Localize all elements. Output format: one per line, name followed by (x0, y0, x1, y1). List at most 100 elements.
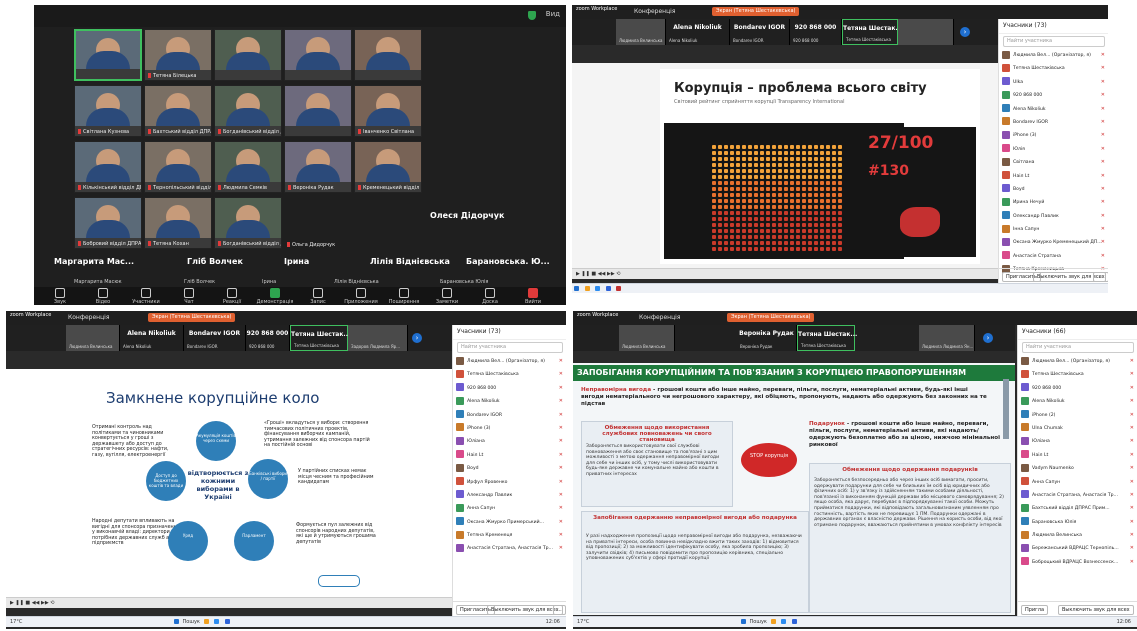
muted-mic-icon[interactable]: ✕ (1130, 368, 1134, 381)
participant-row[interactable]: iPhone (3) ✕ (453, 422, 566, 435)
muted-mic-icon[interactable]: ✕ (1130, 529, 1134, 542)
muted-mic-icon[interactable]: ✕ (559, 462, 563, 475)
playback-bar[interactable]: ▶ ❚❚ ■ ◀◀ ▶▶ ⟲ (6, 597, 452, 608)
strip-next-icon[interactable]: › (960, 27, 970, 37)
muted-mic-icon[interactable]: ✕ (1101, 196, 1105, 209)
strip-tile[interactable]: Людмила Людмила Ян... (919, 325, 975, 351)
muted-mic-icon[interactable]: ✕ (1101, 129, 1105, 142)
strip-tile-active[interactable]: Тетяна Шестак... Тетяна Шестаківська (290, 325, 350, 351)
muted-mic-icon[interactable]: ✕ (559, 529, 563, 542)
mute-all-button[interactable]: Выключить звук для всех (487, 605, 563, 615)
folder-icon[interactable] (203, 619, 209, 624)
muted-mic-icon[interactable]: ✕ (1101, 116, 1105, 129)
toolbar-button[interactable]: Чат (169, 288, 209, 305)
video-tile[interactable]: Бахтський відділ ДПРАС Західної (144, 85, 212, 137)
video-tile[interactable]: Іванченко Світлана (354, 85, 422, 137)
strip-tile-active[interactable]: Тетяна Шестак... Тетяна Шестаківська (842, 19, 902, 45)
muted-mic-icon[interactable]: ✕ (1101, 49, 1105, 62)
zoom-icon[interactable] (605, 286, 611, 291)
toolbar-button[interactable]: Участники (126, 288, 166, 305)
playback-bar[interactable]: ▶ ❚❚ ■ ◀◀ ▶▶ ⟲ (572, 268, 998, 279)
muted-mic-icon[interactable]: ✕ (1130, 516, 1134, 529)
muted-mic-icon[interactable]: ✕ (1130, 395, 1134, 408)
participant-row[interactable]: Барановська Юлія ✕ (1018, 516, 1137, 529)
toolbar-button[interactable]: Доска сообщений (470, 288, 510, 305)
windows-start-icon[interactable] (173, 619, 179, 624)
muted-mic-icon[interactable]: ✕ (559, 355, 563, 368)
strip-tile[interactable]: Задоров Людмила Яр... (348, 325, 408, 351)
video-tile[interactable]: Кременецький відділ ДПРАС (354, 141, 422, 193)
muted-mic-icon[interactable]: ✕ (1101, 236, 1105, 249)
muted-mic-icon[interactable]: ✕ (559, 382, 563, 395)
participant-row[interactable]: Людмила Велинська ✕ (1018, 529, 1137, 542)
powerpoint-icon[interactable] (616, 286, 622, 291)
muted-mic-icon[interactable]: ✕ (559, 542, 563, 555)
participant-row[interactable]: Людмила Вел... (Організатор, я) ✕ (453, 355, 566, 368)
mute-all-button[interactable]: Выключить звук для всех (1058, 605, 1134, 615)
windows-start-icon[interactable] (574, 286, 579, 291)
browser-icon[interactable] (781, 619, 787, 624)
strip-tile-active[interactable]: Тетяна Шестак... Тетяна Шестаківська (797, 325, 857, 351)
screen-share-pill[interactable]: Экран (Тетяна Шестакевська) (727, 313, 815, 322)
muted-mic-icon[interactable]: ✕ (1130, 556, 1134, 569)
toolbar-button[interactable]: Запис (298, 288, 338, 305)
strip-tile[interactable]: Bondarev IGOR Bondarev IGOR (730, 19, 790, 45)
toolbar-button[interactable]: Приложения (341, 288, 381, 305)
muted-mic-icon[interactable]: ✕ (1130, 476, 1134, 489)
video-tile[interactable]: Світлана Кузнєва (74, 85, 142, 137)
video-tile[interactable]: Вероніка Рудак (284, 141, 352, 193)
participant-row[interactable]: Тетяна Шестаківська ✕ (453, 368, 566, 381)
video-tile[interactable]: Бобровий відділ ДПРАС 1 ДРАТ1 (відпр... (74, 197, 142, 249)
zoom-icon[interactable] (791, 619, 797, 624)
participant-row[interactable]: Alena Nikoliuk ✕ (1018, 395, 1137, 408)
participant-row[interactable]: 920 868 000 ✕ (1018, 382, 1137, 395)
participant-row[interactable]: Boyd ✕ (453, 462, 566, 475)
participant-search-input[interactable]: Найти участника (457, 342, 563, 353)
participant-row[interactable]: Ulka ✕ (999, 76, 1108, 89)
participant-search-input[interactable]: Найти участника (1022, 342, 1134, 353)
participant-row[interactable]: Анастасія Стратана, Анастасія Тр... ✕ (453, 542, 566, 555)
video-tile[interactable]: Богданівський відділ ДПРАС Тер... (214, 85, 282, 137)
invite-button[interactable]: Пригла (1021, 605, 1049, 615)
participant-row[interactable]: 920 868 000 ✕ (999, 89, 1108, 102)
participant-row[interactable]: Ирфул Яровенко ✕ (453, 476, 566, 489)
participant-row[interactable]: Бережанський ВДРАЦС Тернопіль... ✕ (1018, 542, 1137, 555)
participant-row[interactable]: Ulna Chumak ✕ (1018, 422, 1137, 435)
muted-mic-icon[interactable]: ✕ (1130, 409, 1134, 422)
participant-row[interactable]: Оксана Жмурко Примерський... ✕ (453, 516, 566, 529)
muted-mic-icon[interactable]: ✕ (559, 449, 563, 462)
muted-mic-icon[interactable]: ✕ (559, 409, 563, 422)
participant-row[interactable]: Боброцький ВДРАЦС Вознессенск... ✕ (1018, 556, 1137, 569)
toolbar-button[interactable]: Поширення (384, 288, 424, 305)
muted-mic-icon[interactable]: ✕ (559, 489, 563, 502)
participant-row[interactable]: Alena Nikoliuk ✕ (453, 395, 566, 408)
muted-mic-icon[interactable]: ✕ (1101, 89, 1105, 102)
participant-row[interactable]: Анна Сапун ✕ (453, 502, 566, 515)
strip-tile[interactable]: Людмила Велинська (619, 325, 675, 351)
muted-mic-icon[interactable]: ✕ (1130, 449, 1134, 462)
muted-mic-icon[interactable]: ✕ (1130, 489, 1134, 502)
toolbar-button[interactable]: Заметки (427, 288, 467, 305)
participant-row[interactable]: Людмила Вел... (Організатор, я) ✕ (999, 49, 1108, 62)
participant-row[interactable]: Тетяна Кременеця ✕ (453, 529, 566, 542)
participant-row[interactable]: Тетяна Шестаківська ✕ (999, 62, 1108, 75)
participant-row[interactable]: Boyd ✕ (999, 183, 1108, 196)
participant-row[interactable]: Bondarev IGOR ✕ (453, 409, 566, 422)
participant-row[interactable]: Юліана ✕ (453, 435, 566, 448)
participant-row[interactable]: 920 868 000 ✕ (453, 382, 566, 395)
muted-mic-icon[interactable]: ✕ (1130, 462, 1134, 475)
strip-tile[interactable]: Вероніка Рудак Вероніка Рудак (737, 325, 797, 351)
view-button[interactable]: Вид (546, 10, 560, 18)
muted-mic-icon[interactable]: ✕ (559, 368, 563, 381)
muted-mic-icon[interactable]: ✕ (559, 502, 563, 515)
muted-mic-icon[interactable]: ✕ (1130, 422, 1134, 435)
browser-icon[interactable] (214, 619, 220, 624)
muted-mic-icon[interactable]: ✕ (1101, 183, 1105, 196)
muted-mic-icon[interactable]: ✕ (1101, 62, 1105, 75)
participant-row[interactable]: Наіл Lt ✕ (453, 449, 566, 462)
toolbar-button[interactable]: Реакції (212, 288, 252, 305)
participant-row[interactable]: Анастасія Стратана, Анастасія Тр... ✕ (1018, 489, 1137, 502)
muted-mic-icon[interactable]: ✕ (559, 435, 563, 448)
strip-next-icon[interactable]: › (983, 333, 993, 343)
participant-row[interactable]: Ирина Нечуй ✕ (999, 196, 1108, 209)
